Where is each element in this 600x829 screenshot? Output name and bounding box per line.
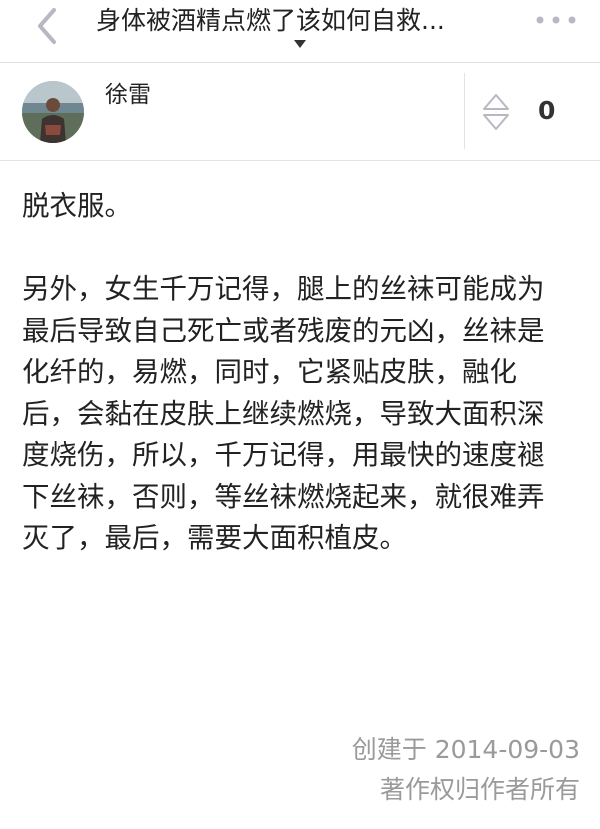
- copyright-notice: 著作权归作者所有: [379, 775, 580, 804]
- author-name[interactable]: 徐雷: [105, 80, 151, 110]
- top-nav-bar: 身体被酒精点燃了该如何自救...: [0, 0, 600, 62]
- vote-separator: [464, 73, 465, 149]
- created-date: 创建于 2014-09-03: [351, 735, 580, 764]
- answer-meta: 创建于 2014-09-03 著作权归作者所有: [352, 730, 580, 810]
- chevron-left-icon[interactable]: [30, 6, 66, 46]
- author-bar: 徐雷 0: [0, 63, 600, 160]
- answer-paragraph: 脱衣服。: [22, 190, 132, 222]
- answer-paragraph: 另外，女生千万记得，腿上的丝袜可能成为最后导致自己死亡或者残废的元凶，丝袜是化纤…: [22, 273, 545, 554]
- more-dots-icon[interactable]: [535, 15, 577, 25]
- page-title[interactable]: 身体被酒精点燃了该如何自救...: [96, 4, 516, 38]
- caret-down-icon[interactable]: [294, 40, 306, 48]
- vote-arrows-icon[interactable]: [481, 92, 511, 132]
- user-avatar-icon[interactable]: [22, 81, 84, 143]
- author-divider: [0, 160, 600, 161]
- vote-count: 0: [538, 96, 556, 125]
- answer-content: 脱衣服。 另外，女生千万记得，腿上的丝袜可能成为最后导致自己死亡或者残废的元凶，…: [22, 186, 570, 560]
